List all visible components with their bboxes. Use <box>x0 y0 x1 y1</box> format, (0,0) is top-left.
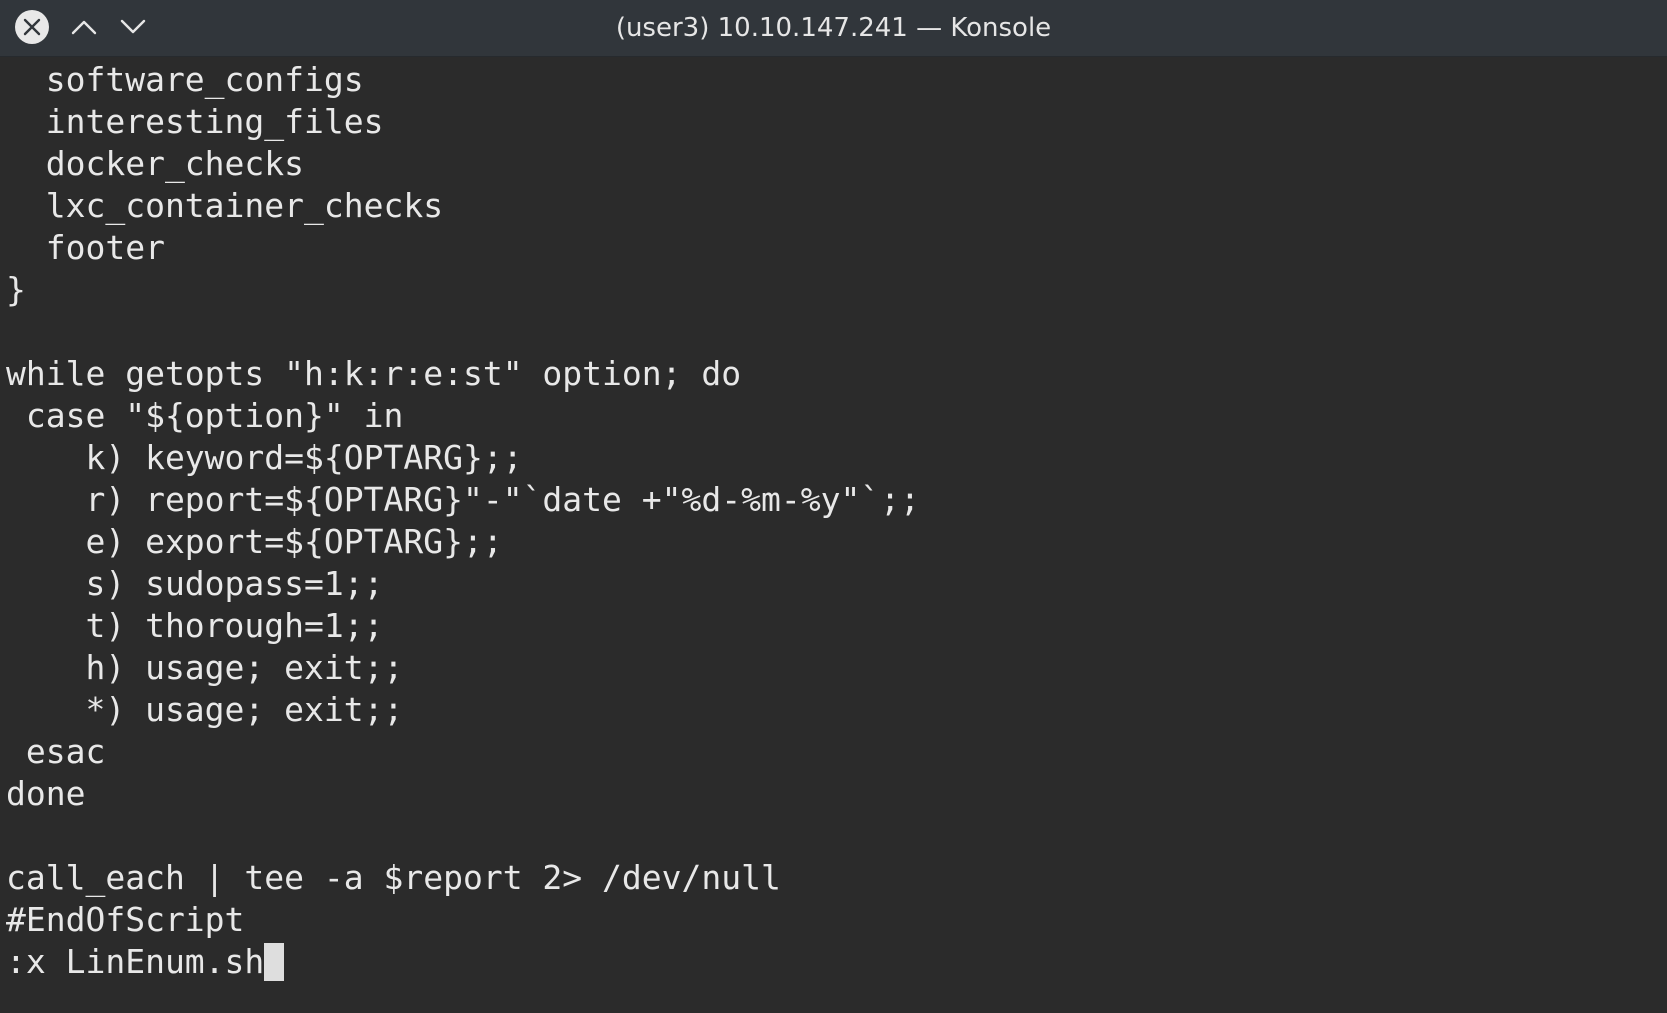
terminal-line: footer <box>6 228 165 267</box>
terminal-line: *) usage; exit;; <box>6 690 404 729</box>
terminal-line: call_each | tee -a $report 2> /dev/null <box>6 858 781 897</box>
terminal-line: interesting_files <box>6 102 384 141</box>
terminal-line: #EndOfScript <box>6 900 245 939</box>
text-cursor <box>264 943 285 981</box>
terminal-line: done <box>6 774 86 813</box>
terminal-line: software_configs <box>6 60 364 99</box>
command-text: :x LinEnum.sh <box>6 942 265 981</box>
window-title: (user3) 10.10.147.241 — Konsole <box>615 13 1052 43</box>
terminal-line: t) thorough=1;; <box>6 606 384 645</box>
terminal-line: h) usage; exit;; <box>6 648 404 687</box>
terminal-line: docker_checks <box>6 144 305 183</box>
terminal-output: software_configs interesting_files docke… <box>6 59 920 983</box>
terminal-line: k) keyword=${OPTARG};; <box>6 438 523 477</box>
terminal-line: while getopts "h:k:r:e:st" option; do <box>6 354 742 393</box>
terminal-line: esac <box>6 732 106 771</box>
terminal-line: r) report=${OPTARG}"-"`date +"%d-%m-%y"`… <box>6 480 920 519</box>
terminal-line: case "${option}" in <box>6 396 404 435</box>
title-bar: (user3) 10.10.147.241 — Konsole <box>0 0 1667 57</box>
command-line[interactable]: :x LinEnum.sh <box>6 941 920 983</box>
terminal-line: } <box>6 270 26 309</box>
terminal-line: e) export=${OPTARG};; <box>6 522 503 561</box>
terminal-view[interactable]: software_configs interesting_files docke… <box>0 57 1667 1013</box>
terminal-line: s) sudopass=1;; <box>6 564 384 603</box>
terminal-line: lxc_container_checks <box>6 186 444 225</box>
